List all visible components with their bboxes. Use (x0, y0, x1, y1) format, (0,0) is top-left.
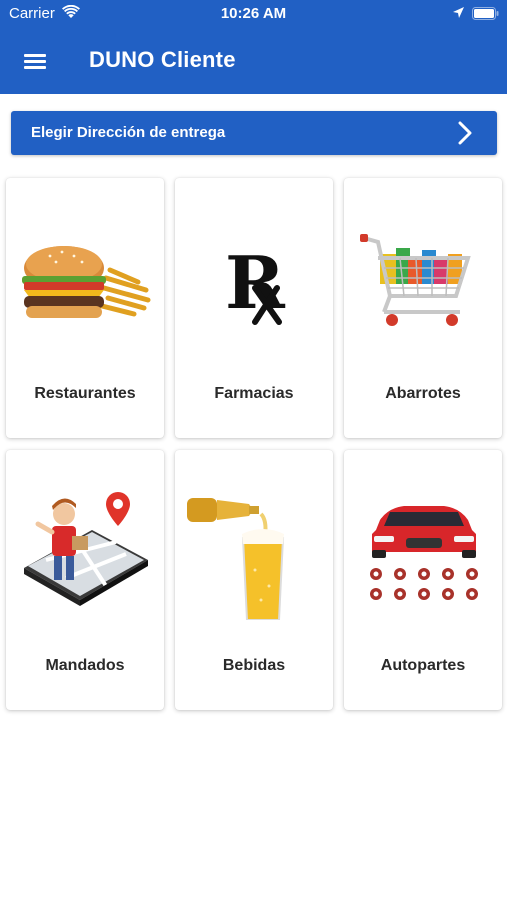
category-card-mandados[interactable]: Mandados (6, 450, 164, 710)
category-card-autopartes[interactable]: Autopartes (344, 450, 502, 710)
address-button-label: Elegir Dirección de entrega (31, 124, 226, 141)
app-title: DUNO Cliente (89, 47, 236, 72)
clock: 10:26 AM (220, 5, 287, 22)
shopping-cart-image (344, 218, 502, 348)
location-arrow-icon (452, 6, 465, 23)
category-label: Abarrotes (385, 385, 461, 402)
category-label: Restaurantes (34, 385, 136, 402)
hamburger-menu-button[interactable] (18, 44, 52, 78)
status-bar: Carrier 10:26 AM (0, 0, 507, 28)
category-card-restaurantes[interactable]: Restaurantes (6, 178, 164, 438)
choose-delivery-address-button[interactable]: Elegir Dirección de entrega (11, 111, 497, 155)
category-label: Farmacias (214, 385, 294, 402)
app-header: Carrier 10:26 AM DUNO Cliente (0, 0, 507, 94)
category-label: Autopartes (380, 657, 466, 674)
category-label: Mandados (45, 657, 125, 674)
chevron-right-icon (457, 121, 473, 150)
category-card-bebidas[interactable]: Bebidas (175, 450, 333, 710)
rx-symbol-image: R (175, 218, 333, 348)
beer-pour-image (175, 490, 333, 621)
category-label: Bebidas (222, 657, 286, 674)
svg-text:R: R (225, 240, 286, 325)
battery-icon (472, 7, 499, 24)
burger-fries-image (6, 218, 164, 348)
category-card-abarrotes[interactable]: Abarrotes (344, 178, 502, 438)
navigation-bar: DUNO Cliente (0, 28, 507, 94)
category-card-farmacias[interactable]: R Farmacias (175, 178, 333, 438)
car-parts-image (344, 490, 502, 620)
delivery-map-image (6, 490, 164, 620)
